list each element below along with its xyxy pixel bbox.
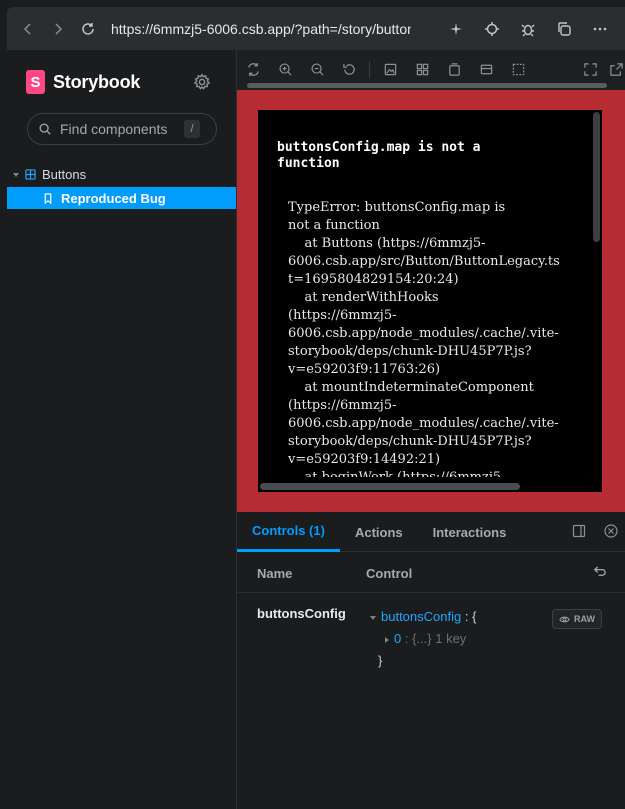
search-icon [39,123,51,135]
json-open-brace: { [472,609,477,624]
json-child-count: 1 key [435,631,467,646]
horizontal-scrollbar[interactable] [260,483,520,490]
search-box[interactable]: / [27,113,217,145]
preview-canvas: buttonsConfig.map is not a function Type… [237,90,625,562]
addons-panel: Controls (1) Actions Interactions Name C… [237,512,625,809]
remount-icon[interactable] [237,54,269,86]
eye-icon [559,616,570,622]
zoom-in-icon[interactable] [269,54,301,86]
tab-controls[interactable]: Controls (1) [237,512,340,552]
bookmark-icon [44,192,52,204]
fullscreen-icon[interactable] [574,54,606,86]
error-frame: buttonsConfig.map is not a function Type… [237,90,625,512]
column-control-header: Control [366,566,413,581]
arg-name: buttonsConfig [257,606,346,621]
raw-label: RAW [574,614,595,624]
grid-icon[interactable] [406,54,438,86]
controls-header: Name Control [237,553,625,593]
json-child-summary[interactable]: {...} [412,631,432,646]
outline-icon[interactable] [502,54,534,86]
chevron-down-icon[interactable] [370,615,376,620]
tree-item-reproduced-bug[interactable]: Reproduced Bug [7,187,236,209]
search-input[interactable] [60,121,178,137]
chevron-right-icon[interactable] [385,636,389,643]
sparkle-icon[interactable] [441,14,471,44]
error-stack: TypeError: buttonsConfig.map is not a fu… [278,187,566,477]
tree-item-label: Reproduced Bug [61,190,166,206]
reset-icon[interactable] [592,564,607,579]
open-new-tab-icon[interactable] [606,54,625,86]
toolbar-divider [369,60,370,79]
main-area: buttonsConfig.map is not a function Type… [236,50,625,809]
component-icon [25,169,36,180]
vertical-scrollbar[interactable] [593,112,600,242]
tab-actions[interactable]: Actions [340,512,418,552]
json-close-brace: } [378,653,383,668]
column-name-header: Name [257,566,293,581]
reload-icon[interactable] [73,14,103,44]
back-icon[interactable] [13,14,43,44]
background-icon[interactable] [374,54,406,86]
zoom-reset-icon[interactable] [333,54,365,86]
storybook-logo-icon: S [26,70,45,94]
more-icon[interactable] [585,14,615,44]
bug-icon[interactable] [513,14,543,44]
search-shortcut-badge: / [184,120,200,138]
chevron-down-icon [13,172,19,177]
brand[interactable]: S Storybook [26,70,140,94]
gear-icon[interactable] [193,73,211,91]
copy-icon[interactable] [549,14,579,44]
measure-icon[interactable] [470,54,502,86]
browser-toolbar: https://6mmzj5-6006.csb.app/?path=/story… [7,7,625,50]
json-separator: : [461,609,473,624]
forward-icon[interactable] [43,14,73,44]
brand-name: Storybook [53,71,141,92]
error-title: buttonsConfig.map is not a function [277,140,481,171]
address-bar[interactable]: https://6mmzj5-6006.csb.app/?path=/story… [111,21,411,37]
viewport-icon[interactable] [438,54,470,86]
json-child-separator: : [401,631,413,646]
zoom-out-icon[interactable] [301,54,333,86]
tree-group-buttons[interactable]: Buttons [13,167,86,182]
panel-orientation-icon[interactable] [572,524,586,538]
tab-interactions[interactable]: Interactions [418,512,522,552]
panel-tabs: Controls (1) Actions Interactions [237,512,625,552]
crosshair-icon[interactable] [477,14,507,44]
close-icon[interactable] [604,524,618,538]
toolbar-scrollbar[interactable] [247,83,607,88]
raw-button[interactable]: RAW [552,609,602,629]
object-control[interactable]: buttonsConfig : { 0 : {...} 1 key } [370,606,476,672]
table-row: buttonsConfig buttonsConfig : { 0 : {...… [237,594,625,684]
tree-group-label: Buttons [42,167,87,182]
json-key[interactable]: buttonsConfig [381,609,461,624]
sidebar: S Storybook / Buttons Reproduced Bug [7,50,236,809]
error-display: buttonsConfig.map is not a function Type… [258,110,602,492]
